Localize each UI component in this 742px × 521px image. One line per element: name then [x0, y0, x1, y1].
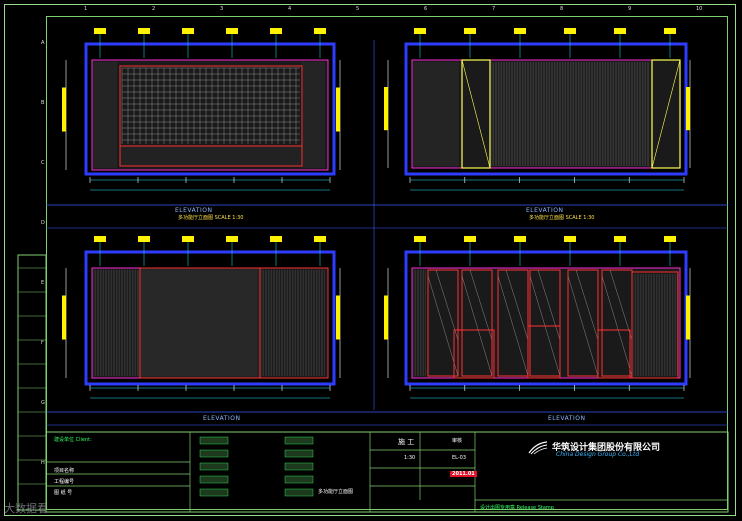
elevation-1-cabinet — [119, 145, 303, 167]
callout-tag — [138, 28, 150, 34]
elevation-label-2: ELEVATION — [526, 207, 564, 214]
tb-row-2: 工程编号 — [54, 479, 75, 485]
callout-tag — [314, 28, 326, 34]
callout-tag — [564, 236, 576, 242]
stage-label: 施 工 — [398, 438, 415, 446]
callout-tag — [94, 28, 106, 34]
title-block-field — [199, 462, 229, 471]
elevation-subtitle-1: 多功能厅立面图 SCALE 1:30 — [178, 215, 244, 221]
side-marker — [384, 295, 388, 340]
tb-row-3: 图 纸 号 — [54, 490, 73, 496]
title-block-field — [284, 436, 314, 445]
tb-row-1: 项目名称 — [54, 468, 75, 474]
callout-tag — [514, 28, 526, 34]
title-block-field — [199, 436, 229, 445]
left-strip-panel — [17, 254, 47, 511]
side-marker — [336, 87, 340, 132]
elevation-4-wall — [411, 267, 681, 379]
callout-tag — [414, 236, 426, 242]
sheet-code: EL-03 — [452, 455, 467, 461]
title-block-field — [284, 488, 314, 497]
company-logo-icon — [528, 440, 548, 455]
watermark: 大数据看 — [4, 502, 48, 515]
side-marker — [384, 87, 388, 131]
callout-tag — [182, 236, 194, 242]
side-marker — [336, 295, 340, 340]
title-block-field — [284, 475, 314, 484]
callout-tag — [664, 236, 676, 242]
elevation-label-1: ELEVATION — [175, 207, 213, 214]
callout-tag — [514, 236, 526, 242]
callout-tag — [270, 28, 282, 34]
callout-tag — [464, 28, 476, 34]
release-stamp-label: 设计出图专用章 Release Stamp — [480, 505, 554, 511]
callout-tag — [564, 28, 576, 34]
side-marker — [62, 295, 66, 340]
callout-tag — [664, 28, 676, 34]
elevation-label-3: ELEVATION — [203, 415, 241, 422]
callout-tag — [226, 28, 238, 34]
callout-tag — [138, 236, 150, 242]
callout-tag — [182, 28, 194, 34]
side-marker — [62, 87, 66, 132]
title-block-field — [199, 449, 229, 458]
elevation-label-4: ELEVATION — [548, 415, 586, 422]
callout-tag — [270, 236, 282, 242]
side-marker — [686, 295, 690, 340]
callout-tag — [414, 28, 426, 34]
client-label: 建设单位 Client: — [54, 437, 92, 443]
scale-value: 1:30 — [404, 455, 416, 461]
callout-tag — [614, 28, 626, 34]
title-block-field — [199, 475, 229, 484]
status-label: 审核 — [452, 438, 463, 444]
side-marker — [686, 87, 690, 131]
callout-tag — [614, 236, 626, 242]
project-name: 多功能厅立面图 — [318, 489, 354, 495]
callout-tag — [226, 236, 238, 242]
title-block-field — [284, 462, 314, 471]
elevation-2-wall — [411, 59, 681, 169]
date-badge: 2011.01 — [450, 471, 477, 477]
elevation-subtitle-2: 多功能厅立面图 SCALE 1:30 — [529, 215, 595, 221]
title-block-field — [199, 488, 229, 497]
callout-tag — [464, 236, 476, 242]
callout-tag — [314, 236, 326, 242]
callout-tag — [94, 236, 106, 242]
company-name-en: China Design Group Co.,Ltd — [556, 451, 640, 458]
title-block-field — [284, 449, 314, 458]
